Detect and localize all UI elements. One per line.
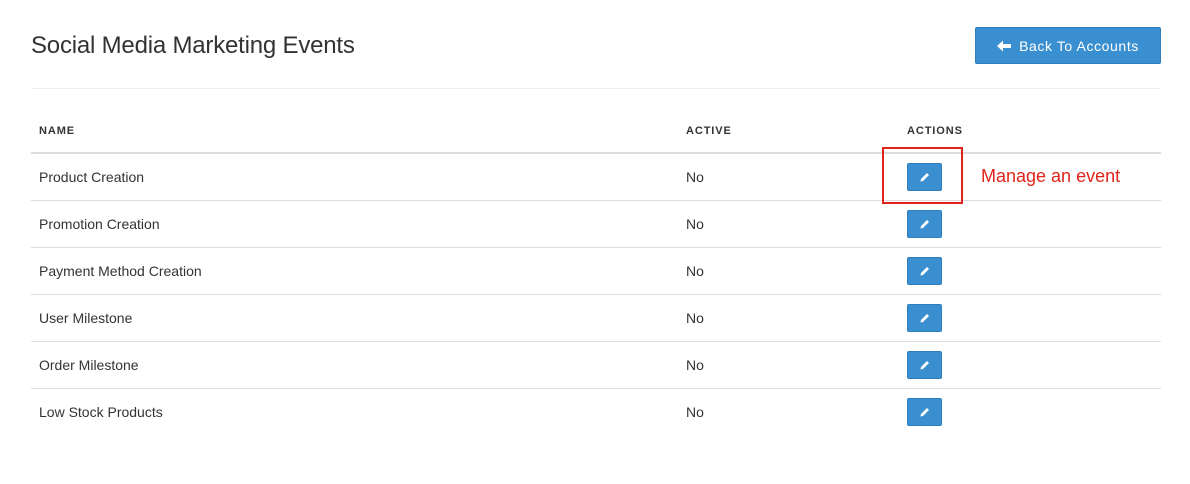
- column-header-active: ACTIVE: [678, 110, 899, 154]
- event-active: No: [678, 200, 899, 248]
- event-active: No: [678, 247, 899, 295]
- pencil-icon: [920, 408, 929, 417]
- edit-event-button[interactable]: [907, 398, 942, 426]
- table-row: User Milestone No: [31, 294, 1161, 342]
- pencil-icon: [920, 314, 929, 323]
- pencil-icon: [920, 267, 929, 276]
- event-actions: [899, 389, 1161, 436]
- event-name: Promotion Creation: [31, 200, 678, 248]
- event-active: No: [678, 341, 899, 389]
- event-active: No: [678, 153, 899, 201]
- table-header-row: NAME ACTIVE ACTIONS: [31, 110, 1161, 154]
- event-actions: [899, 247, 1161, 295]
- event-name: Order Milestone: [31, 341, 678, 389]
- back-to-accounts-label: Back To Accounts: [1019, 37, 1139, 54]
- annotation-callout: Manage an event: [981, 166, 1121, 186]
- edit-event-button[interactable]: [907, 304, 942, 332]
- table-row: Order Milestone No: [31, 341, 1161, 389]
- event-name: Payment Method Creation: [31, 247, 678, 295]
- events-table: NAME ACTIVE ACTIONS Product Creation No …: [31, 110, 1161, 435]
- event-active: No: [678, 294, 899, 342]
- event-actions: [899, 341, 1161, 389]
- edit-event-button[interactable]: [907, 210, 942, 238]
- table-row: Promotion Creation No: [31, 200, 1161, 248]
- edit-event-button[interactable]: [907, 351, 942, 379]
- table-row: Payment Method Creation No: [31, 247, 1161, 295]
- pencil-icon: [920, 361, 929, 370]
- event-actions: [899, 294, 1161, 342]
- event-name: User Milestone: [31, 294, 678, 342]
- annotation-highlight-box: [882, 147, 963, 204]
- page-title: Social Media Marketing Events: [31, 32, 355, 59]
- column-header-name: NAME: [31, 110, 678, 154]
- event-name: Product Creation: [31, 153, 678, 201]
- back-to-accounts-button[interactable]: Back To Accounts: [975, 27, 1161, 64]
- event-actions: [899, 200, 1161, 248]
- header-divider: [31, 88, 1161, 89]
- table-row: Low Stock Products No: [31, 389, 1161, 436]
- arrow-left-icon: [997, 40, 1012, 52]
- event-active: No: [686, 404, 704, 420]
- event-name: Low Stock Products: [39, 404, 163, 420]
- edit-event-button[interactable]: [907, 257, 942, 285]
- pencil-icon: [920, 220, 929, 229]
